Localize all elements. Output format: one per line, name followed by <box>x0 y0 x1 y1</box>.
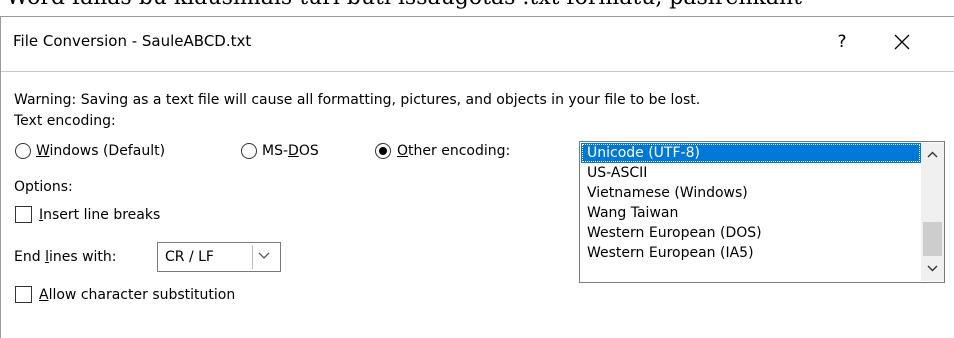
scrollbar-thumb[interactable] <box>923 222 942 256</box>
chevron-down-icon <box>258 252 270 259</box>
windows-default-radio[interactable] <box>15 143 31 159</box>
windows-default-label[interactable]: Windows (Default) <box>36 142 165 160</box>
allow-substitution-label[interactable]: Allow character substitution <box>39 286 235 304</box>
ms-dos-label[interactable]: MS-DOS <box>262 142 319 160</box>
encoding-list-item[interactable]: Vietnamese (Windows) <box>581 183 921 203</box>
encoding-list-item[interactable]: US-ASCII <box>581 163 921 183</box>
chevron-up-icon <box>927 151 938 158</box>
insert-line-breaks-checkbox[interactable] <box>15 206 32 223</box>
other-encoding-label[interactable]: Other encoding: <box>397 142 510 160</box>
allow-substitution-checkbox[interactable] <box>15 286 32 303</box>
encoding-list-item[interactable]: Unicode (UTF-8) <box>581 143 921 163</box>
scroll-up-button[interactable] <box>921 143 944 167</box>
end-lines-label: End lines with: <box>14 249 117 265</box>
chevron-down-icon <box>927 265 938 272</box>
text-encoding-label: Text encoding: <box>14 113 116 129</box>
dialog-titlebar[interactable]: File Conversion - SauleABCD.txt ? <box>1 17 954 71</box>
encoding-list: Unicode (UTF-8) US-ASCII Vietnamese (Win… <box>581 143 921 263</box>
encoding-list-item[interactable]: Western European (DOS) <box>581 223 921 243</box>
warning-text: Warning: Saving as a text file will caus… <box>14 92 701 108</box>
close-button[interactable] <box>887 27 917 57</box>
help-button[interactable]: ? <box>827 27 857 57</box>
titlebar-divider <box>1 71 954 72</box>
scroll-down-button[interactable] <box>921 257 944 281</box>
background-document-text: Word failas bu klausimais turi būti išsa… <box>6 0 954 10</box>
end-lines-value: CR / LF <box>165 249 214 265</box>
other-encoding-radio[interactable] <box>375 143 391 159</box>
encoding-list-item[interactable]: Western European (IA5) <box>581 243 921 263</box>
encoding-list-scrollbar[interactable] <box>921 143 944 281</box>
close-icon <box>894 34 910 50</box>
end-lines-select[interactable]: CR / LF <box>157 242 281 272</box>
encoding-list-item[interactable]: Wang Taiwan <box>581 203 921 223</box>
file-conversion-dialog: File Conversion - SauleABCD.txt ? Warnin… <box>0 16 954 338</box>
ms-dos-radio[interactable] <box>241 143 257 159</box>
insert-line-breaks-label[interactable]: Insert line breaks <box>39 206 160 224</box>
encoding-listbox[interactable]: Unicode (UTF-8) US-ASCII Vietnamese (Win… <box>579 141 945 283</box>
dialog-title: File Conversion - SauleABCD.txt <box>13 32 252 50</box>
end-lines-dropdown-button[interactable] <box>252 245 276 269</box>
options-label: Options: <box>14 179 73 195</box>
